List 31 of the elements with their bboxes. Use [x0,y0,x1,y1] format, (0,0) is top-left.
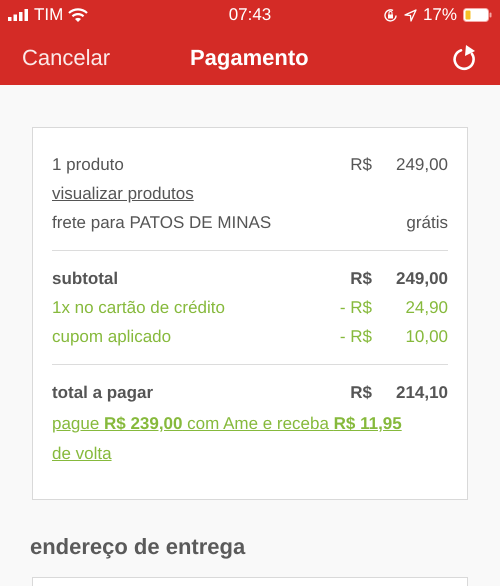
view-products-link[interactable]: visualizar produtos [52,179,194,208]
summary-label: total a pagar [52,382,154,404]
battery-icon [462,8,492,22]
summary-label: frete para PATOS DE MINAS [52,212,272,234]
summary-label: subtotal [52,268,120,290]
rotation-lock-icon [382,8,398,22]
clock-time: 07:43 [228,4,272,26]
location-arrow-icon [404,8,417,22]
summary-label: 1x no cartão de crédito [52,297,226,319]
refresh-icon[interactable] [452,44,478,72]
currency-symbol: R$ [350,382,372,404]
summary-amount: grátis [406,212,448,234]
cancel-button[interactable]: Cancelar [22,41,110,74]
summary-label: 1 produto [52,154,125,176]
currency-symbol: - R$ [340,297,372,319]
summary-amount: 214,10 [395,382,448,404]
currency-symbol: - R$ [340,326,372,348]
screen-title: Pagamento [190,44,309,72]
summary-amount: 10,00 [404,326,448,348]
currency-symbol: R$ [350,268,372,290]
cashback-offer-link[interactable]: pague R$ 239,00 com Ame e receba R$ 11,95 de volta [52,407,448,469]
summary-amount: 249,00 [395,154,448,176]
wifi-icon [68,8,88,22]
summary-amount: 249,00 [395,268,448,290]
section-heading: endereço de entrega [30,533,246,561]
carrier-name: TIM [34,4,64,26]
currency-symbol: R$ [350,154,372,176]
summary-label: cupom aplicado [52,326,172,348]
summary-amount: 24,90 [404,297,448,319]
signal-icon [8,9,29,21]
battery-percent: 17% [422,4,457,26]
